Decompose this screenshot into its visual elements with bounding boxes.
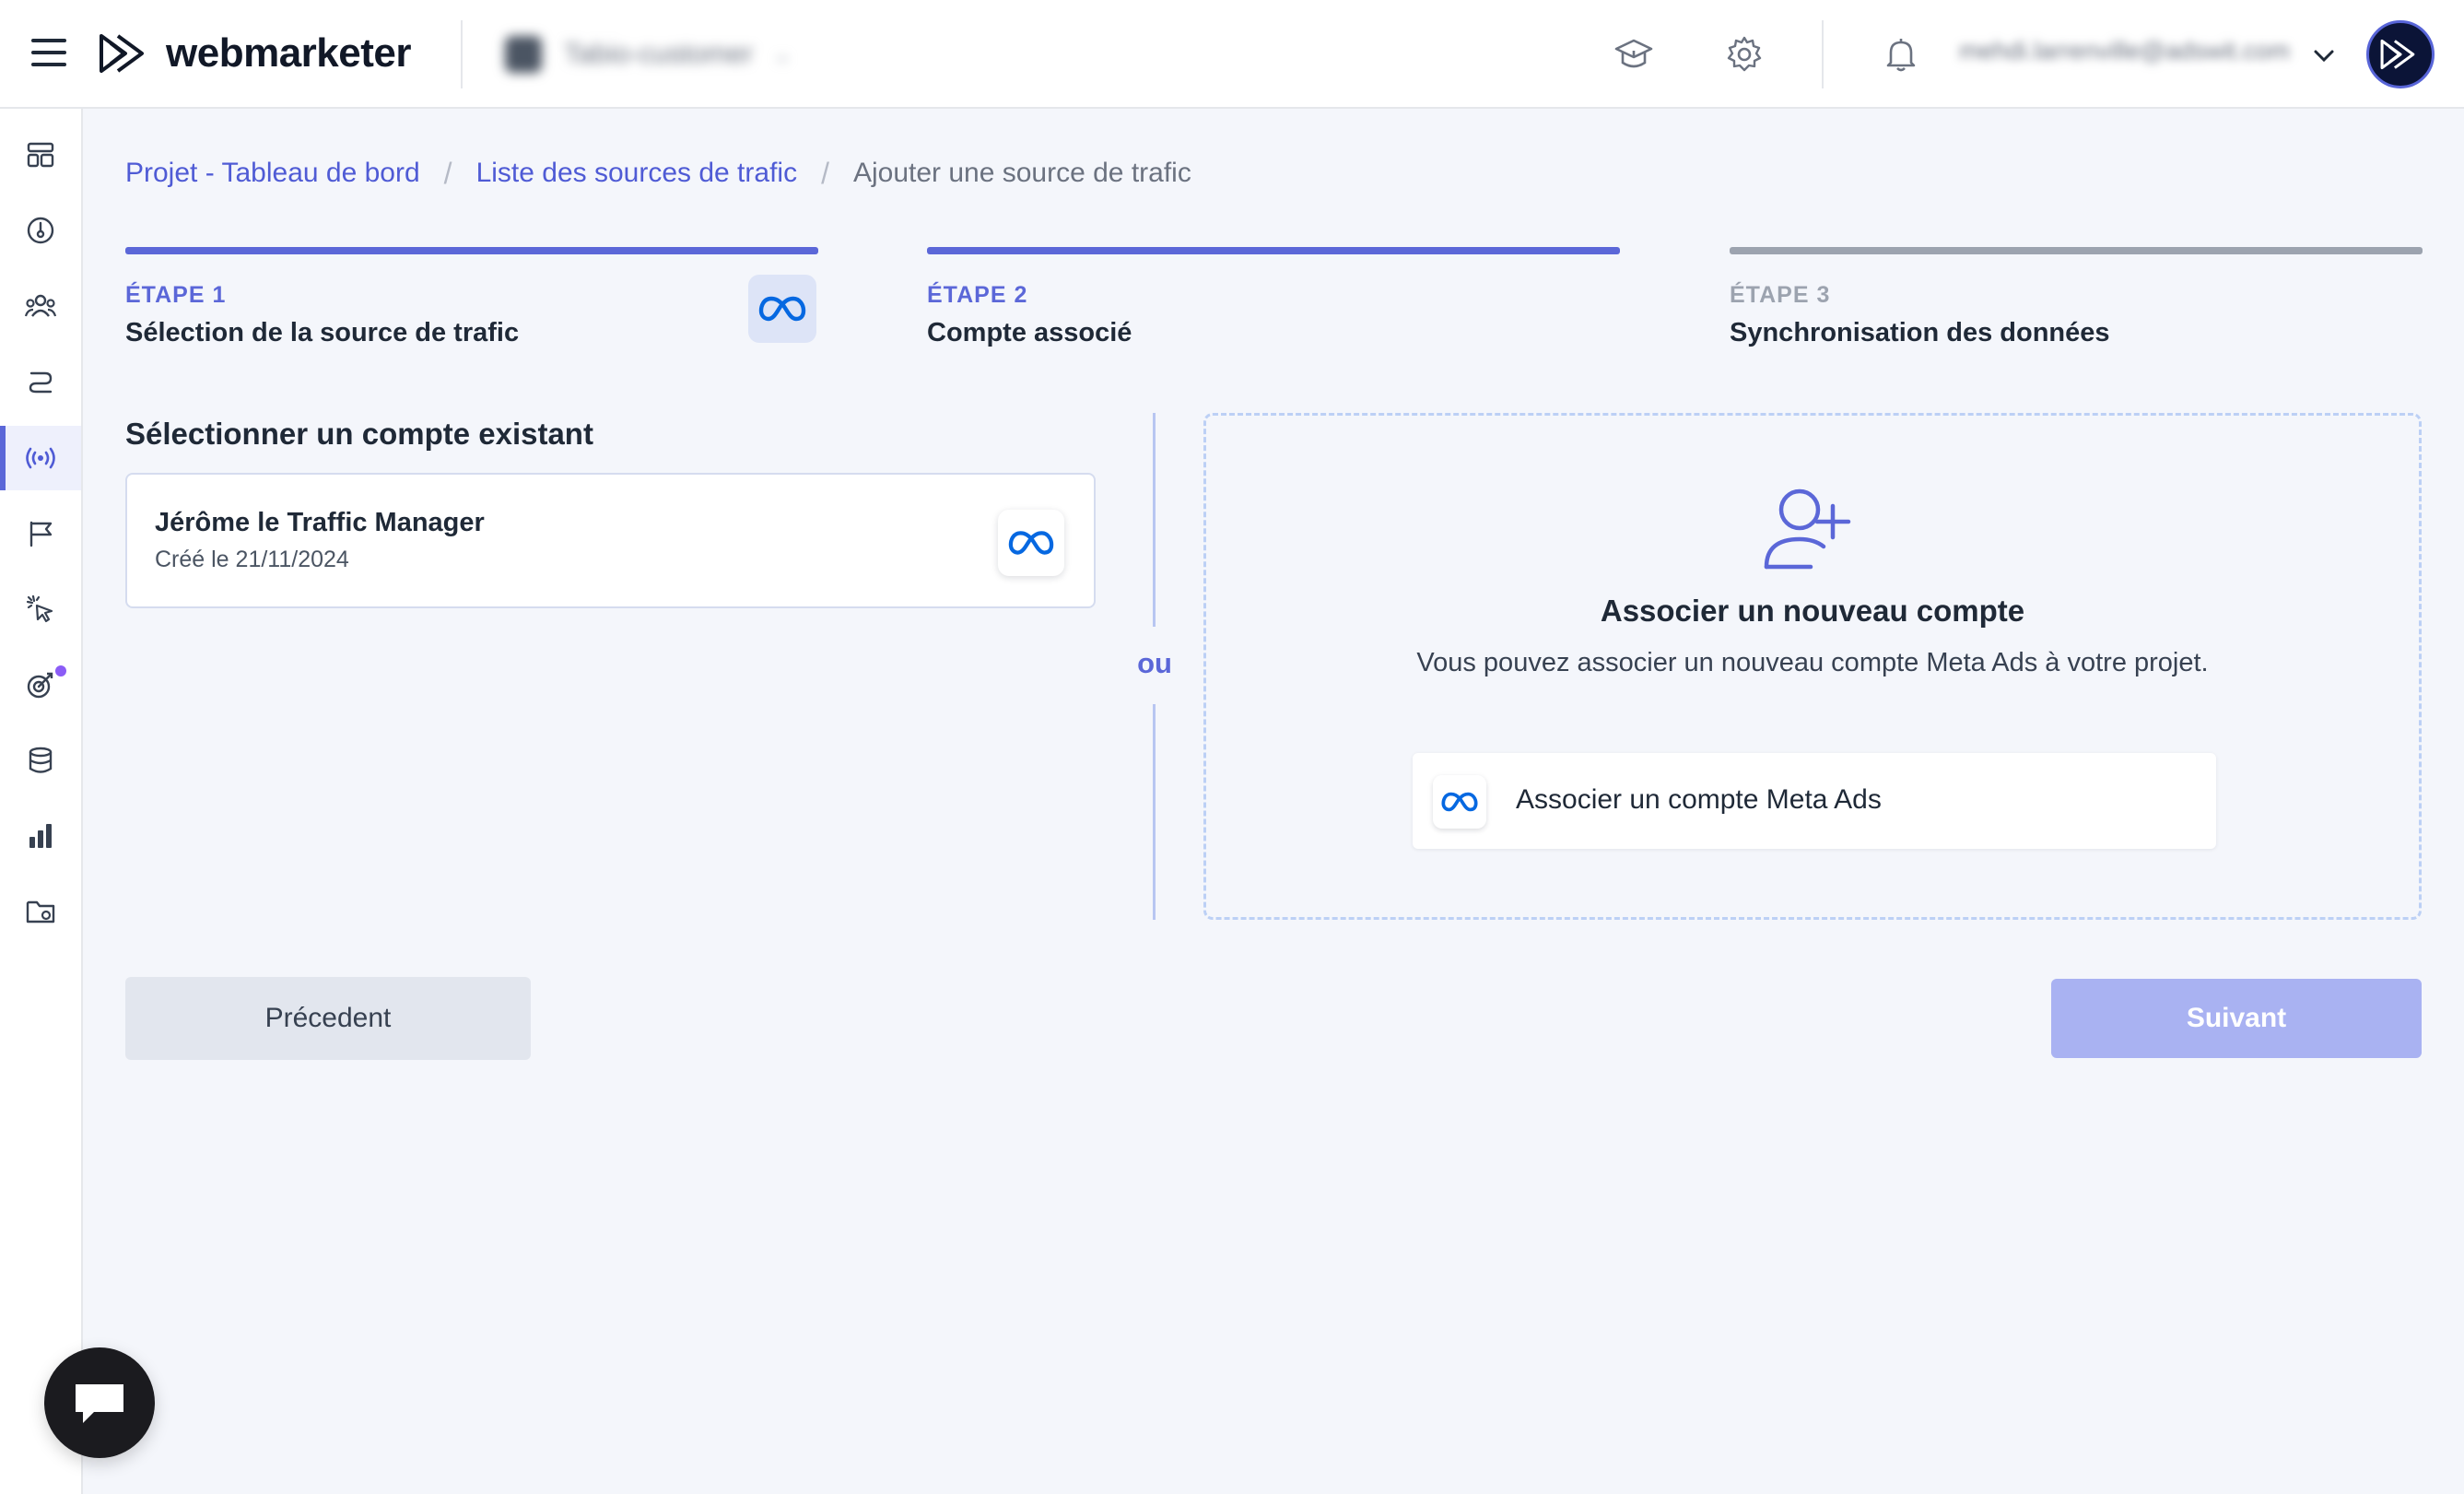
sidebar-item-conversions[interactable] (0, 577, 81, 641)
route-icon (29, 371, 53, 394)
step-progress-bar (1730, 247, 2423, 254)
gauge-icon (27, 217, 54, 244)
breadcrumb-separator: / (443, 156, 452, 190)
new-account-panel: Associer un nouveau compte Vous pouvez a… (1203, 413, 2422, 920)
academy-icon[interactable] (1613, 33, 1655, 76)
associate-meta-ads-button[interactable]: Associer un compte Meta Ads (1413, 753, 2216, 849)
top-bar: webmarketer Tabio-customer ⌄ mehdi.larre… (0, 0, 2464, 109)
breadcrumb-separator: / (821, 156, 829, 190)
step-3: ÉTAPE 3 Synchronisation des données (1730, 247, 2423, 348)
divider-or-text: ou (1137, 647, 1172, 679)
chat-button[interactable] (44, 1347, 155, 1458)
brand-avatar[interactable] (2366, 20, 2435, 88)
meta-icon (998, 510, 1064, 576)
divider-line (1153, 704, 1156, 920)
step-label: ÉTAPE 1 (125, 282, 227, 308)
existing-accounts-title: Sélectionner un compte existant (125, 417, 593, 451)
account-created-date: Créé le 21/11/2024 (155, 547, 349, 572)
divider-line (1153, 413, 1156, 627)
divider (1822, 20, 1824, 88)
sidebar-item-reports[interactable] (0, 804, 81, 868)
account-card[interactable]: Jérôme le Traffic Manager Créé le 21/11/… (125, 473, 1096, 608)
folder-icon (26, 900, 55, 923)
sidebar-item-traffic-sources[interactable] (0, 426, 81, 490)
divider (461, 20, 463, 88)
new-account-description: Vous pouvez associer un nouveau compte M… (1416, 648, 2209, 677)
sidebar-item-targets[interactable] (0, 653, 81, 717)
chevron-down-icon[interactable] (2309, 41, 2339, 70)
bar-chart-icon (29, 824, 52, 848)
step-title: Compte associé (927, 318, 1132, 347)
logo-icon (2380, 39, 2415, 70)
sidebar (0, 109, 83, 1494)
sidebar-item-files[interactable] (0, 879, 81, 944)
sidebar-item-goals[interactable] (0, 501, 81, 566)
step-title: Synchronisation des données (1730, 318, 2110, 347)
logo[interactable]: webmarketer (98, 29, 411, 77)
cursor-click-icon (26, 594, 53, 623)
previous-button[interactable]: Précedent (125, 977, 531, 1060)
meta-icon (1433, 775, 1486, 829)
step-progress-bar (927, 247, 1620, 254)
step-label: ÉTAPE 2 (927, 282, 1028, 308)
breadcrumb: Projet - Tableau de bord / Liste des sou… (125, 155, 1191, 192)
chevron-down-icon: ⌄ (773, 41, 792, 67)
sidebar-item-data[interactable] (0, 728, 81, 793)
step-title: Sélection de la source de trafic (125, 318, 520, 347)
step-label: ÉTAPE 3 (1730, 282, 1831, 308)
step-progress-bar (125, 247, 818, 254)
flag-icon (29, 521, 53, 547)
next-button[interactable]: Suivant (2051, 979, 2422, 1058)
breadcrumb-current: Ajouter une source de trafic (852, 158, 1191, 188)
account-name: Jérôme le Traffic Manager (155, 508, 485, 537)
chat-icon (76, 1384, 123, 1423)
logo-text: webmarketer (166, 30, 411, 76)
breadcrumb-link-traffic-sources[interactable]: Liste des sources de trafic (476, 158, 798, 189)
sidebar-item-audiences[interactable] (0, 274, 81, 338)
sidebar-item-dashboard[interactable] (0, 123, 81, 187)
notification-dot (55, 665, 66, 676)
new-account-title: Associer un nouveau compte (1600, 594, 2025, 628)
bell-icon[interactable] (1880, 33, 1922, 76)
logo-icon (100, 34, 144, 73)
database-icon (29, 747, 53, 773)
gear-icon[interactable] (1723, 33, 1766, 76)
users-icon (24, 294, 57, 317)
project-name: Tabio-customer (564, 39, 754, 69)
meta-icon (748, 275, 816, 343)
user-email[interactable]: mehdi.larrenville@adswit.com (1959, 37, 2290, 65)
broadcast-icon (26, 447, 55, 469)
project-selector[interactable]: Tabio-customer ⌄ (505, 33, 792, 76)
sidebar-item-overview[interactable] (0, 198, 81, 263)
associate-meta-ads-label: Associer un compte Meta Ads (1516, 784, 1882, 815)
sidebar-item-journeys[interactable] (0, 349, 81, 414)
project-avatar (505, 36, 542, 73)
menu-icon[interactable] (31, 39, 66, 68)
breadcrumb-link-dashboard[interactable]: Projet - Tableau de bord (125, 158, 420, 189)
step-2: ÉTAPE 2 Compte associé (927, 247, 1620, 348)
target-icon (27, 672, 53, 699)
dashboard-icon (27, 142, 54, 168)
step-1: ÉTAPE 1 Sélection de la source de trafic (125, 247, 818, 348)
user-plus-icon (1764, 488, 1851, 570)
